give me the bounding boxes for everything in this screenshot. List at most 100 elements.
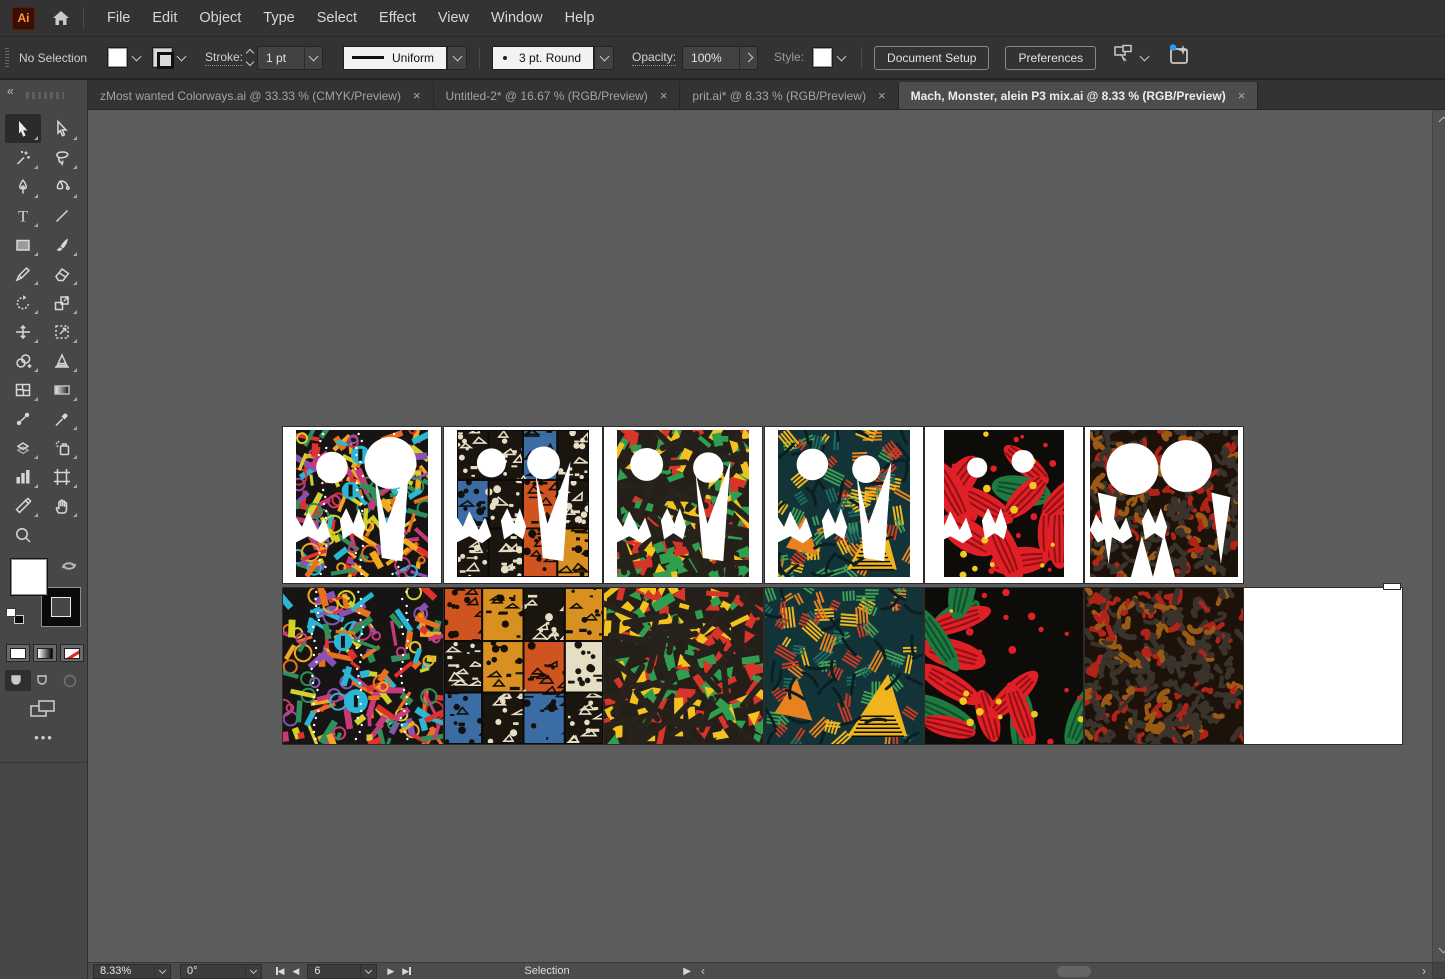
scroll-up-icon[interactable] <box>1439 117 1445 127</box>
close-icon[interactable]: × <box>660 88 668 103</box>
stroke-color-swatch[interactable] <box>152 47 173 68</box>
vertical-scrollbar[interactable] <box>1432 110 1445 962</box>
close-icon[interactable]: × <box>878 88 886 103</box>
column-graph-tool[interactable] <box>5 462 41 491</box>
width-tool[interactable] <box>5 317 41 346</box>
type-tool[interactable]: T <box>5 201 41 230</box>
artboard-row1-4[interactable] <box>765 427 923 583</box>
panel-grip[interactable] <box>26 92 64 99</box>
artboard-row1-3[interactable] <box>604 427 762 583</box>
last-artboard-button[interactable]: ▶ <box>398 966 414 977</box>
scroll-down-icon[interactable] <box>1439 944 1445 954</box>
artboard-row1-2[interactable] <box>444 427 602 583</box>
document-tab-2[interactable]: Untitled-2* @ 16.67 % (RGB/Preview)× <box>434 82 681 109</box>
menu-item-file[interactable]: File <box>96 2 141 34</box>
lasso-tool[interactable] <box>44 143 80 172</box>
document-setup-button[interactable]: Document Setup <box>874 46 989 70</box>
document-tab-3[interactable]: prit.ai* @ 8.33 % (RGB/Preview)× <box>680 82 898 109</box>
artboard-tool[interactable] <box>44 462 80 491</box>
artboard-row2-4[interactable] <box>765 588 923 744</box>
panel-grip[interactable] <box>5 48 9 68</box>
color-button[interactable] <box>6 644 30 662</box>
artboard-row2-3[interactable] <box>604 588 763 744</box>
eraser-tool[interactable] <box>44 259 80 288</box>
symbol-sprayer-tool[interactable] <box>44 433 80 462</box>
chevron-down-icon[interactable] <box>837 52 847 62</box>
none-button[interactable] <box>60 644 84 662</box>
menu-item-view[interactable]: View <box>427 2 480 34</box>
slice-tool[interactable] <box>5 491 41 520</box>
menu-item-effect[interactable]: Effect <box>368 2 427 34</box>
selection-tool[interactable] <box>5 114 41 143</box>
brush-field[interactable]: 3 pt. Round <box>492 46 594 70</box>
width-profile-dropdown[interactable] <box>447 46 467 70</box>
rotation-field[interactable]: 0° <box>180 964 262 979</box>
eyedropper-tool[interactable] <box>44 404 80 433</box>
opacity-field[interactable]: 100% <box>682 46 758 70</box>
artboard-row2-2[interactable] <box>444 588 603 744</box>
menu-item-window[interactable]: Window <box>480 2 554 34</box>
default-fill-stroke-icon[interactable] <box>6 608 24 624</box>
draw-normal-button[interactable] <box>5 670 31 691</box>
artboard-row2-1[interactable] <box>283 588 443 744</box>
draw-inside-button[interactable] <box>57 670 83 691</box>
scale-tool[interactable] <box>44 288 80 317</box>
screen-mode-icon[interactable] <box>28 698 58 725</box>
app-logo-icon[interactable]: Ai <box>12 7 35 30</box>
chevron-down-icon[interactable] <box>177 52 187 62</box>
width-profile-field[interactable]: Uniform <box>343 46 447 70</box>
document-tab-4[interactable]: Mach, Monster, alein P3 mix.ai @ 8.33 % … <box>899 82 1259 109</box>
direct-selection-tool[interactable] <box>44 114 80 143</box>
artboard-row1-1[interactable] <box>283 427 441 583</box>
status-expand-icon[interactable]: ▶ <box>679 966 695 977</box>
stroke-weight-stepper[interactable] <box>247 50 253 65</box>
symbols-tool[interactable] <box>5 433 41 462</box>
artboard-handle[interactable] <box>1384 584 1400 589</box>
menu-item-type[interactable]: Type <box>252 2 305 34</box>
perspective-grid-tool[interactable] <box>44 346 80 375</box>
document-tab-1[interactable]: zMost wanted Colorways.ai @ 33.33 % (CMY… <box>88 82 434 109</box>
close-icon[interactable]: × <box>1238 88 1246 103</box>
canvas-area[interactable] <box>88 110 1432 962</box>
artboard-number-field[interactable]: 6 <box>307 964 377 979</box>
draw-behind-button[interactable] <box>31 670 57 691</box>
menu-item-help[interactable]: Help <box>554 2 606 34</box>
stroke-label[interactable]: Stroke: <box>205 50 243 66</box>
close-icon[interactable]: × <box>413 88 421 103</box>
first-artboard-button[interactable]: ◀ <box>272 966 288 977</box>
free-transform-tool[interactable] <box>44 317 80 346</box>
scroll-left-icon[interactable]: ‹ <box>695 964 711 978</box>
generative-ai-icon[interactable] <box>1166 43 1192 72</box>
horizontal-scrollbar[interactable]: ‹ › <box>695 962 1432 979</box>
magic-wand-tool[interactable] <box>5 143 41 172</box>
more-tools-ellipsis[interactable]: ••• <box>0 730 88 745</box>
zoom-tool[interactable] <box>5 520 41 549</box>
artboard-row2-7[interactable] <box>1244 588 1402 744</box>
home-icon[interactable] <box>51 8 71 28</box>
preferences-button[interactable]: Preferences <box>1005 46 1096 70</box>
artboard-row1-6[interactable] <box>1085 427 1243 583</box>
mesh-tool[interactable] <box>5 375 41 404</box>
chevron-down-icon[interactable] <box>132 52 142 62</box>
chevron-down-icon[interactable] <box>304 47 322 69</box>
gradient-button[interactable] <box>33 644 57 662</box>
hand-tool[interactable] <box>44 491 80 520</box>
next-artboard-button[interactable]: ▶ <box>383 966 398 977</box>
previous-artboard-button[interactable]: ◀ <box>288 966 303 977</box>
collapse-panel-icon[interactable]: « <box>7 84 14 98</box>
artboard-row1-5[interactable] <box>925 427 1083 583</box>
rectangle-tool[interactable] <box>5 230 41 259</box>
blend-tool[interactable] <box>5 404 41 433</box>
pencil-tool[interactable] <box>5 259 41 288</box>
line-segment-tool[interactable] <box>44 201 80 230</box>
scroll-right-icon[interactable]: › <box>1416 964 1432 978</box>
style-swatch[interactable] <box>812 47 833 68</box>
menu-item-edit[interactable]: Edit <box>141 2 188 34</box>
chevron-right-icon[interactable] <box>739 47 757 69</box>
shape-builder-tool[interactable] <box>5 346 41 375</box>
stroke-weight-field[interactable]: 1 pt <box>257 46 323 70</box>
scrollbar-thumb[interactable] <box>1057 966 1091 977</box>
artboard-row2-5[interactable] <box>925 588 1083 744</box>
fill-color-swatch[interactable] <box>107 47 128 68</box>
chevron-down-icon[interactable] <box>1140 52 1150 62</box>
